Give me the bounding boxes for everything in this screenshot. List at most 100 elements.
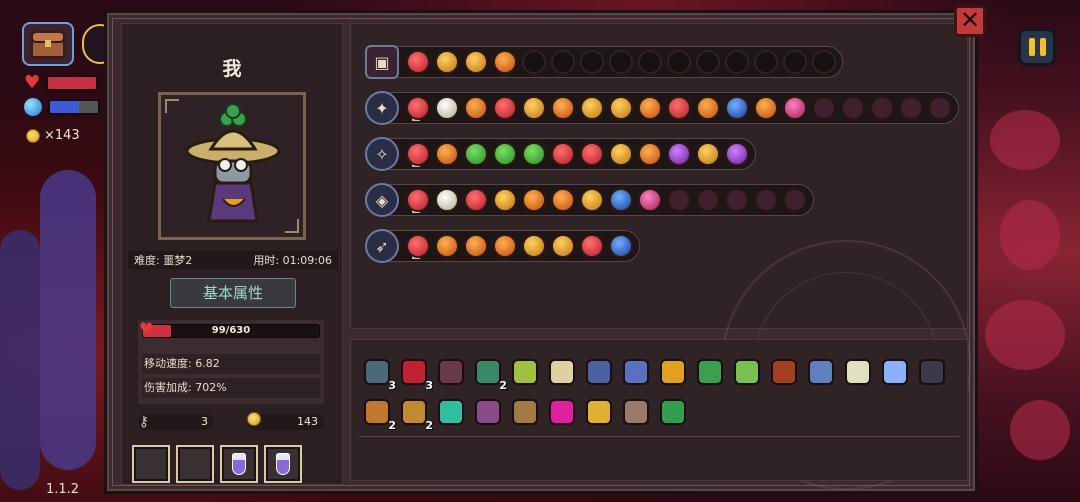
consumable-slot-potion[interactable] (220, 445, 258, 483)
inventory-item[interactable] (546, 396, 578, 428)
wand-icon[interactable]: ✧ (365, 137, 399, 171)
inventory-item[interactable] (472, 396, 504, 428)
locked-upgrade-icon[interactable] (869, 96, 894, 120)
inventory-item[interactable] (509, 396, 541, 428)
upgrade-icon[interactable] (405, 234, 430, 258)
inventory-item[interactable] (583, 396, 615, 428)
upgrade-icon[interactable] (550, 142, 575, 166)
upgrade-icon[interactable] (405, 188, 430, 212)
upgrade-icon[interactable] (782, 96, 807, 120)
inventory-item[interactable] (435, 356, 467, 388)
pause-button[interactable] (1018, 28, 1056, 66)
upgrade-icon[interactable] (666, 142, 691, 166)
locked-upgrade-icon[interactable] (898, 96, 923, 120)
upgrade-icon[interactable] (463, 188, 488, 212)
inventory-item[interactable] (657, 396, 689, 428)
upgrade-icon[interactable] (550, 234, 575, 258)
upgrade-icon[interactable] (463, 234, 488, 258)
empty-slot[interactable] (724, 50, 749, 74)
empty-slot[interactable] (637, 50, 662, 74)
inventory-item[interactable] (620, 356, 652, 388)
locked-upgrade-icon[interactable] (695, 188, 720, 212)
upgrade-icon[interactable] (695, 96, 720, 120)
basic-stats-tab[interactable]: 基本属性 (170, 278, 296, 308)
inventory-item[interactable] (916, 356, 948, 388)
upgrade-icon[interactable] (753, 96, 778, 120)
locked-upgrade-icon[interactable] (724, 188, 749, 212)
empty-slot[interactable] (811, 50, 836, 74)
consumable-slot-empty[interactable] (132, 445, 170, 483)
upgrade-icon[interactable] (637, 188, 662, 212)
consumable-slot-empty[interactable] (176, 445, 214, 483)
upgrade-icon[interactable] (579, 234, 604, 258)
chest-icon[interactable]: ▣ (365, 45, 399, 79)
empty-slot[interactable] (695, 50, 720, 74)
inventory-item[interactable] (731, 356, 763, 388)
locked-upgrade-icon[interactable] (753, 188, 778, 212)
inventory-item[interactable]: 2 (361, 396, 396, 432)
inventory-item[interactable]: 2 (398, 396, 433, 432)
upgrade-icon[interactable] (579, 188, 604, 212)
upgrade-icon[interactable] (434, 234, 459, 258)
locked-upgrade-icon[interactable] (666, 188, 691, 212)
inventory-item[interactable]: 3 (361, 356, 396, 392)
upgrade-icon[interactable] (434, 188, 459, 212)
upgrade-icon[interactable] (608, 96, 633, 120)
empty-slot[interactable] (550, 50, 575, 74)
upgrade-icon[interactable] (695, 142, 720, 166)
upgrade-icon[interactable] (550, 96, 575, 120)
inventory-chest-button[interactable] (22, 22, 74, 66)
upgrade-icon[interactable] (492, 188, 517, 212)
upgrade-icon[interactable] (637, 96, 662, 120)
empty-slot[interactable] (521, 50, 546, 74)
inventory-item[interactable]: 3 (398, 356, 433, 392)
locked-upgrade-icon[interactable] (927, 96, 952, 120)
upgrade-icon[interactable] (608, 234, 633, 258)
inventory-item[interactable] (620, 396, 652, 428)
empty-slot[interactable] (782, 50, 807, 74)
upgrade-icon[interactable] (608, 188, 633, 212)
upgrade-icon[interactable] (463, 50, 488, 74)
empty-slot[interactable] (608, 50, 633, 74)
close-button[interactable]: ✕ (954, 5, 986, 37)
locked-upgrade-icon[interactable] (840, 96, 865, 120)
upgrade-icon[interactable] (492, 142, 517, 166)
upgrade-icon[interactable] (724, 96, 749, 120)
upgrade-icon[interactable] (405, 142, 430, 166)
upgrade-icon[interactable] (405, 96, 430, 120)
inventory-item[interactable] (546, 356, 578, 388)
locked-upgrade-icon[interactable] (782, 188, 807, 212)
upgrade-icon[interactable] (434, 96, 459, 120)
upgrade-icon[interactable] (724, 142, 749, 166)
upgrade-icon[interactable] (579, 96, 604, 120)
inventory-item[interactable] (657, 356, 689, 388)
upgrade-icon[interactable] (550, 188, 575, 212)
inventory-item[interactable] (583, 356, 615, 388)
upgrade-icon[interactable] (608, 142, 633, 166)
upgrade-icon[interactable] (579, 142, 604, 166)
inventory-item[interactable] (768, 356, 800, 388)
inventory-item[interactable] (509, 356, 541, 388)
staff-icon[interactable]: ✦ (365, 91, 399, 125)
locked-upgrade-icon[interactable] (811, 96, 836, 120)
tome-icon[interactable]: ◈ (365, 183, 399, 217)
upgrade-icon[interactable] (521, 96, 546, 120)
upgrade-icon[interactable] (521, 188, 546, 212)
inventory-item[interactable]: 2 (472, 356, 507, 392)
upgrade-icon[interactable] (463, 142, 488, 166)
upgrade-icon[interactable] (637, 142, 662, 166)
upgrade-icon[interactable] (521, 142, 546, 166)
upgrade-icon[interactable] (434, 50, 459, 74)
upgrade-icon[interactable] (492, 50, 517, 74)
upgrade-icon[interactable] (492, 96, 517, 120)
upgrade-icon[interactable] (666, 96, 691, 120)
upgrade-icon[interactable] (521, 234, 546, 258)
empty-slot[interactable] (579, 50, 604, 74)
upgrade-icon[interactable] (492, 234, 517, 258)
upgrade-icon[interactable] (463, 96, 488, 120)
inventory-item[interactable] (842, 356, 874, 388)
consumable-slot-potion[interactable] (264, 445, 302, 483)
upgrade-icon[interactable] (405, 50, 430, 74)
inventory-item[interactable] (694, 356, 726, 388)
inventory-item[interactable] (805, 356, 837, 388)
